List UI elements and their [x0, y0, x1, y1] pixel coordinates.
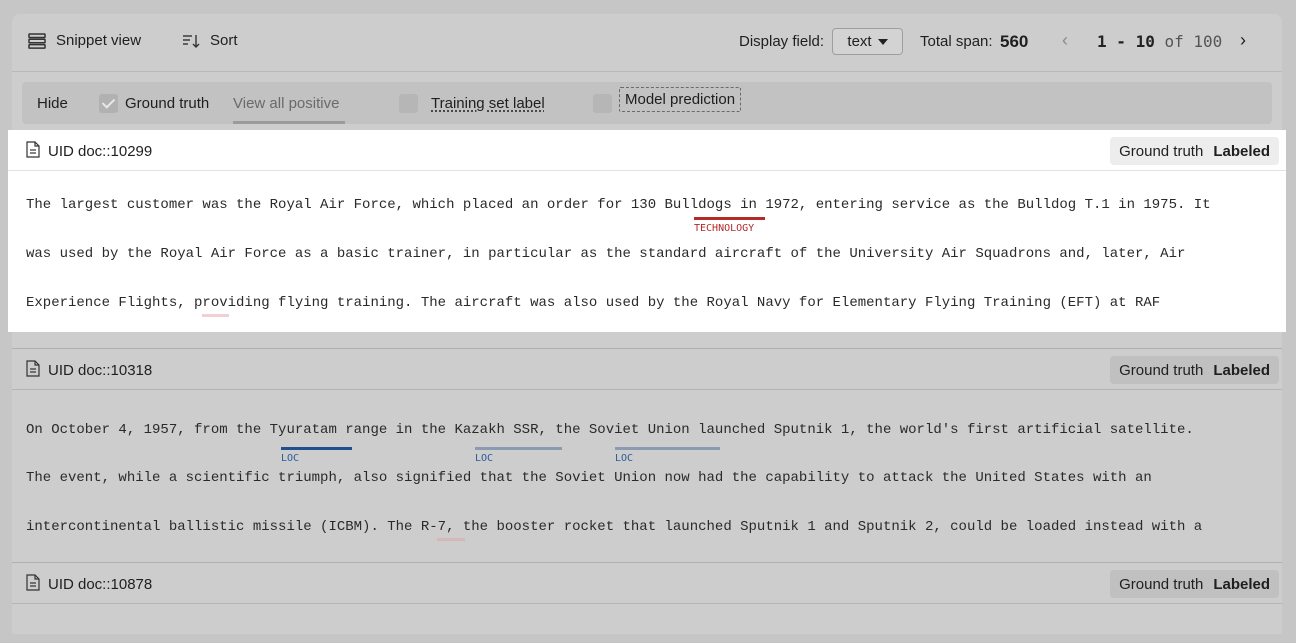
document-uid-label: UID doc::10299 — [48, 143, 153, 160]
view-all-positive-underline — [233, 121, 345, 124]
display-field-value: text — [847, 33, 872, 50]
snippet-view-label: Snippet view — [56, 32, 142, 49]
total-span-label: Total span: — [920, 33, 993, 50]
document-icon — [26, 574, 40, 595]
document-header: UID doc::10299 Ground truth Labeled — [8, 130, 1286, 171]
entity-underline[interactable] — [281, 447, 352, 450]
toolbar: Snippet view Sort Display field: text To… — [12, 14, 1282, 72]
training-set-label-text: Training set label — [431, 95, 545, 112]
text-line: On October 4, 1957, from the Tyuratam ra… — [26, 422, 1194, 438]
hide-label: Hide — [37, 95, 68, 112]
sort-icon — [182, 33, 200, 49]
text-line: Experience Flights, providing flying tra… — [26, 295, 1161, 311]
pager-range: 1 - 10 of 100 — [1097, 32, 1222, 51]
filter-bar: Hide Ground truth View all positive Trai… — [22, 82, 1272, 124]
ground-truth-label: Ground truth — [125, 95, 210, 112]
document-uid: UID doc::10299 — [26, 141, 152, 162]
list-icon — [28, 32, 46, 49]
pager-dash: - — [1116, 32, 1126, 51]
display-field-select[interactable]: text — [832, 28, 903, 55]
document-uid: UID doc::10878 — [26, 574, 152, 595]
sort-button[interactable]: Sort — [182, 32, 238, 49]
entity-label: TECHNOLOGY — [694, 223, 755, 234]
display-field-label: Display field: — [739, 33, 825, 50]
badge-value: Labeled — [1213, 361, 1270, 379]
entity-underline-partial — [437, 538, 465, 541]
pager-prev-icon[interactable]: ‹ — [1062, 30, 1068, 51]
model-prediction-label: Model prediction — [619, 87, 742, 112]
document-uid-label: UID doc::10318 — [48, 362, 153, 379]
entity-label: LOC — [615, 453, 634, 464]
document-card[interactable]: UID doc::10318 Ground truth Labeled On O… — [12, 348, 1282, 547]
badge-value: Labeled — [1213, 575, 1270, 593]
entity-label: LOC — [281, 453, 300, 464]
total-span-value: 560 — [1000, 32, 1029, 51]
entity-underline[interactable] — [475, 447, 562, 450]
entity-underline-partial — [202, 314, 229, 317]
sort-label: Sort — [210, 32, 238, 49]
pager-total: 100 — [1193, 32, 1223, 51]
document-header: UID doc::10878 Ground truth Labeled — [12, 563, 1282, 604]
entity-underline[interactable] — [615, 447, 720, 450]
badge-value: Labeled — [1213, 142, 1270, 160]
caret-down-icon — [877, 38, 888, 45]
model-prediction-checkbox[interactable] — [593, 94, 612, 113]
ground-truth-badge: Ground truth Labeled — [1110, 356, 1279, 384]
document-card[interactable]: UID doc::10878 Ground truth Labeled — [12, 562, 1282, 643]
document-icon — [26, 360, 40, 381]
badge-key: Ground truth — [1119, 142, 1204, 160]
ground-truth-badge: Ground truth Labeled — [1110, 570, 1279, 598]
ground-truth-badge: Ground truth Labeled — [1110, 137, 1279, 165]
entity-label: LOC — [475, 453, 494, 464]
main-panel: Snippet view Sort Display field: text To… — [8, 14, 1286, 634]
text-line: was used by the Royal Air Force as a bas… — [26, 246, 1186, 262]
training-set-label-checkbox[interactable] — [399, 94, 418, 113]
pager-range-start: 1 — [1097, 32, 1107, 51]
pager-of: of — [1164, 32, 1184, 51]
entity-underline[interactable] — [694, 217, 765, 220]
document-uid-label: UID doc::10878 — [48, 576, 153, 593]
pager-next-icon[interactable]: › — [1240, 30, 1246, 51]
ground-truth-checkbox[interactable] — [99, 94, 118, 113]
snippet-view-button[interactable]: Snippet view — [28, 32, 141, 49]
badge-key: Ground truth — [1119, 575, 1204, 593]
document-header: UID doc::10318 Ground truth Labeled — [12, 349, 1282, 390]
document-uid: UID doc::10318 — [26, 360, 152, 381]
badge-key: Ground truth — [1119, 361, 1204, 379]
text-line: intercontinental ballistic missile (ICBM… — [26, 519, 1203, 535]
pager-range-end: 10 — [1135, 32, 1155, 51]
document-card[interactable]: UID doc::10299 Ground truth Labeled The … — [8, 130, 1286, 332]
model-prediction-text: Model prediction — [619, 87, 742, 112]
view-all-positive-tab[interactable]: View all positive — [233, 95, 339, 112]
document-icon — [26, 141, 40, 162]
text-line: The largest customer was the Royal Air F… — [26, 197, 1211, 213]
text-line: The event, while a scientific triumph, a… — [26, 470, 1152, 486]
